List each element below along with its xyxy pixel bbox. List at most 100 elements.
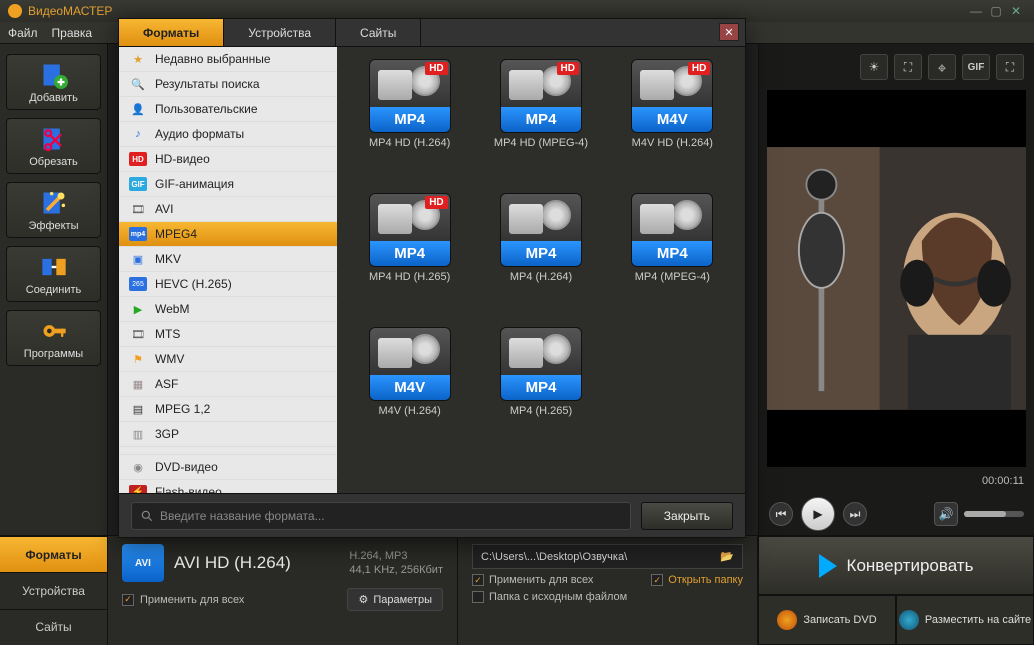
dialog-close-x[interactable]: ✕ bbox=[719, 23, 739, 41]
btab-devices[interactable]: Устройства bbox=[0, 572, 107, 608]
gif-button[interactable]: GIF bbox=[962, 54, 990, 80]
app-title: ВидеоМАСТЕР bbox=[28, 4, 112, 18]
format-card[interactable]: HDMP4MP4 HD (H.265) bbox=[347, 193, 472, 323]
category-dvd[interactable]: ◉DVD-видео bbox=[119, 455, 337, 480]
format-codec: H.264, MP3 bbox=[349, 549, 443, 563]
format-card[interactable]: MP4MP4 (MPEG-4) bbox=[610, 193, 735, 323]
category-flash[interactable]: ⚡Flash-видео bbox=[119, 480, 337, 493]
prev-button[interactable]: ⏮ bbox=[769, 502, 793, 526]
category-asf[interactable]: ▦ASF bbox=[119, 372, 337, 397]
scissors-icon bbox=[40, 125, 68, 153]
format-card-label: M4V (H.264) bbox=[378, 405, 440, 417]
category-gp3[interactable]: ▥3GP bbox=[119, 422, 337, 447]
open-folder-label: Открыть папку bbox=[668, 574, 743, 586]
convert-button[interactable]: Конвертировать bbox=[758, 536, 1034, 595]
tool-join-label: Соединить bbox=[26, 284, 82, 296]
bottom-tab-column: Форматы Устройства Сайты bbox=[0, 536, 108, 645]
category-gif[interactable]: GIFGIF-анимация bbox=[119, 172, 337, 197]
tool-add[interactable]: Добавить bbox=[6, 54, 101, 110]
apply-all-checkbox-1[interactable]: ✓ bbox=[122, 594, 134, 606]
format-card[interactable]: HDMP4MP4 HD (H.264) bbox=[347, 59, 472, 189]
maximize-button[interactable]: ▢ bbox=[986, 4, 1006, 18]
category-mag[interactable]: 🔍Результаты поиска bbox=[119, 72, 337, 97]
gif-icon: GIF bbox=[129, 177, 147, 191]
format-card[interactable]: M4V M4V (H.264) bbox=[347, 327, 472, 457]
speed-button[interactable]: 𖦏 bbox=[928, 54, 956, 80]
category-label: MKV bbox=[155, 252, 181, 266]
left-toolbar: Добавить Обрезать Эффекты Соединить Прог… bbox=[0, 44, 108, 535]
format-tag: MP4 bbox=[370, 107, 450, 132]
category-film[interactable]: 🎞AVI bbox=[119, 197, 337, 222]
open-folder-checkbox[interactable]: ✓ bbox=[651, 574, 663, 586]
category-label: MPEG 1,2 bbox=[155, 402, 210, 416]
burn-dvd-button[interactable]: Записать DVD bbox=[758, 595, 896, 645]
tool-programs[interactable]: Программы bbox=[6, 310, 101, 366]
category-label: Результаты поиска bbox=[155, 77, 260, 91]
dvd-icon: ◉ bbox=[129, 460, 147, 474]
dialog-tab-sites[interactable]: Сайты bbox=[336, 19, 421, 46]
category-list[interactable]: ★Недавно выбранные🔍Результаты поиска👤Пол… bbox=[119, 47, 337, 493]
category-mkv[interactable]: ▣MKV bbox=[119, 247, 337, 272]
format-summary: AVI AVI HD (H.264) H.264, MP3 44,1 KHz, … bbox=[108, 536, 458, 645]
tool-join[interactable]: Соединить bbox=[6, 246, 101, 302]
apply-all-checkbox-2[interactable]: ✓ bbox=[472, 574, 484, 586]
hd-badge: HD bbox=[688, 62, 710, 75]
convert-label: Конвертировать bbox=[847, 556, 974, 576]
volume-slider[interactable] bbox=[964, 511, 1024, 517]
params-button[interactable]: ⚙ Параметры bbox=[347, 588, 443, 611]
menu-file[interactable]: Файл bbox=[8, 26, 38, 40]
camera-icon: HDM4V bbox=[631, 59, 713, 133]
bottom-panel: Форматы Устройства Сайты AVI AVI HD (H.2… bbox=[0, 535, 1034, 645]
category-webm[interactable]: ▶WebM bbox=[119, 297, 337, 322]
star-icon: ★ bbox=[129, 52, 147, 66]
dialog-close-button[interactable]: Закрыть bbox=[641, 502, 733, 530]
play-button[interactable]: ▶ bbox=[801, 497, 835, 531]
menu-edit[interactable]: Правка bbox=[52, 26, 93, 40]
output-path-row[interactable]: C:\Users\...\Desktop\Озвучка\ 📂 bbox=[472, 544, 743, 569]
dialog-tab-devices[interactable]: Устройства bbox=[224, 19, 336, 46]
next-button[interactable]: ⏭ bbox=[843, 502, 867, 526]
format-card[interactable]: HDMP4MP4 HD (MPEG-4) bbox=[478, 59, 603, 189]
format-card[interactable]: HDM4VM4V HD (H.264) bbox=[610, 59, 735, 189]
category-mpeg[interactable]: ▤MPEG 1,2 bbox=[119, 397, 337, 422]
camera-icon: MP4 bbox=[631, 193, 713, 267]
format-card-label: MP4 (H.264) bbox=[510, 271, 572, 283]
category-hd[interactable]: HDHD-видео bbox=[119, 147, 337, 172]
category-h265[interactable]: 265HEVC (H.265) bbox=[119, 272, 337, 297]
crop-button[interactable]: ⛶ bbox=[894, 54, 922, 80]
tool-cut[interactable]: Обрезать bbox=[6, 118, 101, 174]
camera-icon: MP4 bbox=[500, 327, 582, 401]
category-mts[interactable]: 🎞MTS bbox=[119, 322, 337, 347]
category-note[interactable]: ♪Аудио форматы bbox=[119, 122, 337, 147]
fullscreen-button[interactable]: ⛶ bbox=[996, 54, 1024, 80]
btab-sites[interactable]: Сайты bbox=[0, 609, 107, 645]
apply-all-label-1: Применить для всех bbox=[140, 594, 244, 606]
tool-effects[interactable]: Эффекты bbox=[6, 182, 101, 238]
params-label: Параметры bbox=[373, 594, 432, 606]
category-wmv[interactable]: ⚑WMV bbox=[119, 347, 337, 372]
category-mp4[interactable]: mp4 MPEG4 bbox=[119, 222, 337, 247]
brightness-button[interactable]: ☀ bbox=[860, 54, 888, 80]
category-label: MPEG4 bbox=[155, 227, 197, 241]
publish-button[interactable]: Разместить на сайте bbox=[896, 595, 1034, 645]
volume-button[interactable]: 🔊 bbox=[934, 502, 958, 526]
hd-icon: HD bbox=[129, 152, 147, 166]
minimize-button[interactable]: — bbox=[966, 4, 986, 18]
category-user[interactable]: 👤Пользовательские bbox=[119, 97, 337, 122]
format-search-input[interactable]: Введите название формата... bbox=[131, 502, 631, 530]
format-card[interactable]: MP4MP4 (H.264) bbox=[478, 193, 603, 323]
tool-add-label: Добавить bbox=[29, 92, 78, 104]
source-folder-checkbox[interactable] bbox=[472, 591, 484, 603]
btab-formats[interactable]: Форматы bbox=[0, 536, 107, 572]
camera-icon: HDMP4 bbox=[369, 193, 451, 267]
format-card-label: MP4 (H.265) bbox=[510, 405, 572, 417]
folder-icon[interactable]: 📂 bbox=[720, 550, 734, 563]
video-preview[interactable] bbox=[767, 90, 1026, 467]
format-card[interactable]: MP4 MP4 (H.265) bbox=[478, 327, 603, 457]
mp4-icon: mp4 bbox=[129, 227, 147, 241]
dialog-tab-formats[interactable]: Форматы bbox=[119, 19, 224, 46]
category-star[interactable]: ★Недавно выбранные bbox=[119, 47, 337, 72]
dialog-footer: Введите название формата... Закрыть bbox=[119, 493, 745, 537]
close-window-button[interactable]: ✕ bbox=[1006, 4, 1026, 18]
camera-icon: M4V bbox=[369, 327, 451, 401]
